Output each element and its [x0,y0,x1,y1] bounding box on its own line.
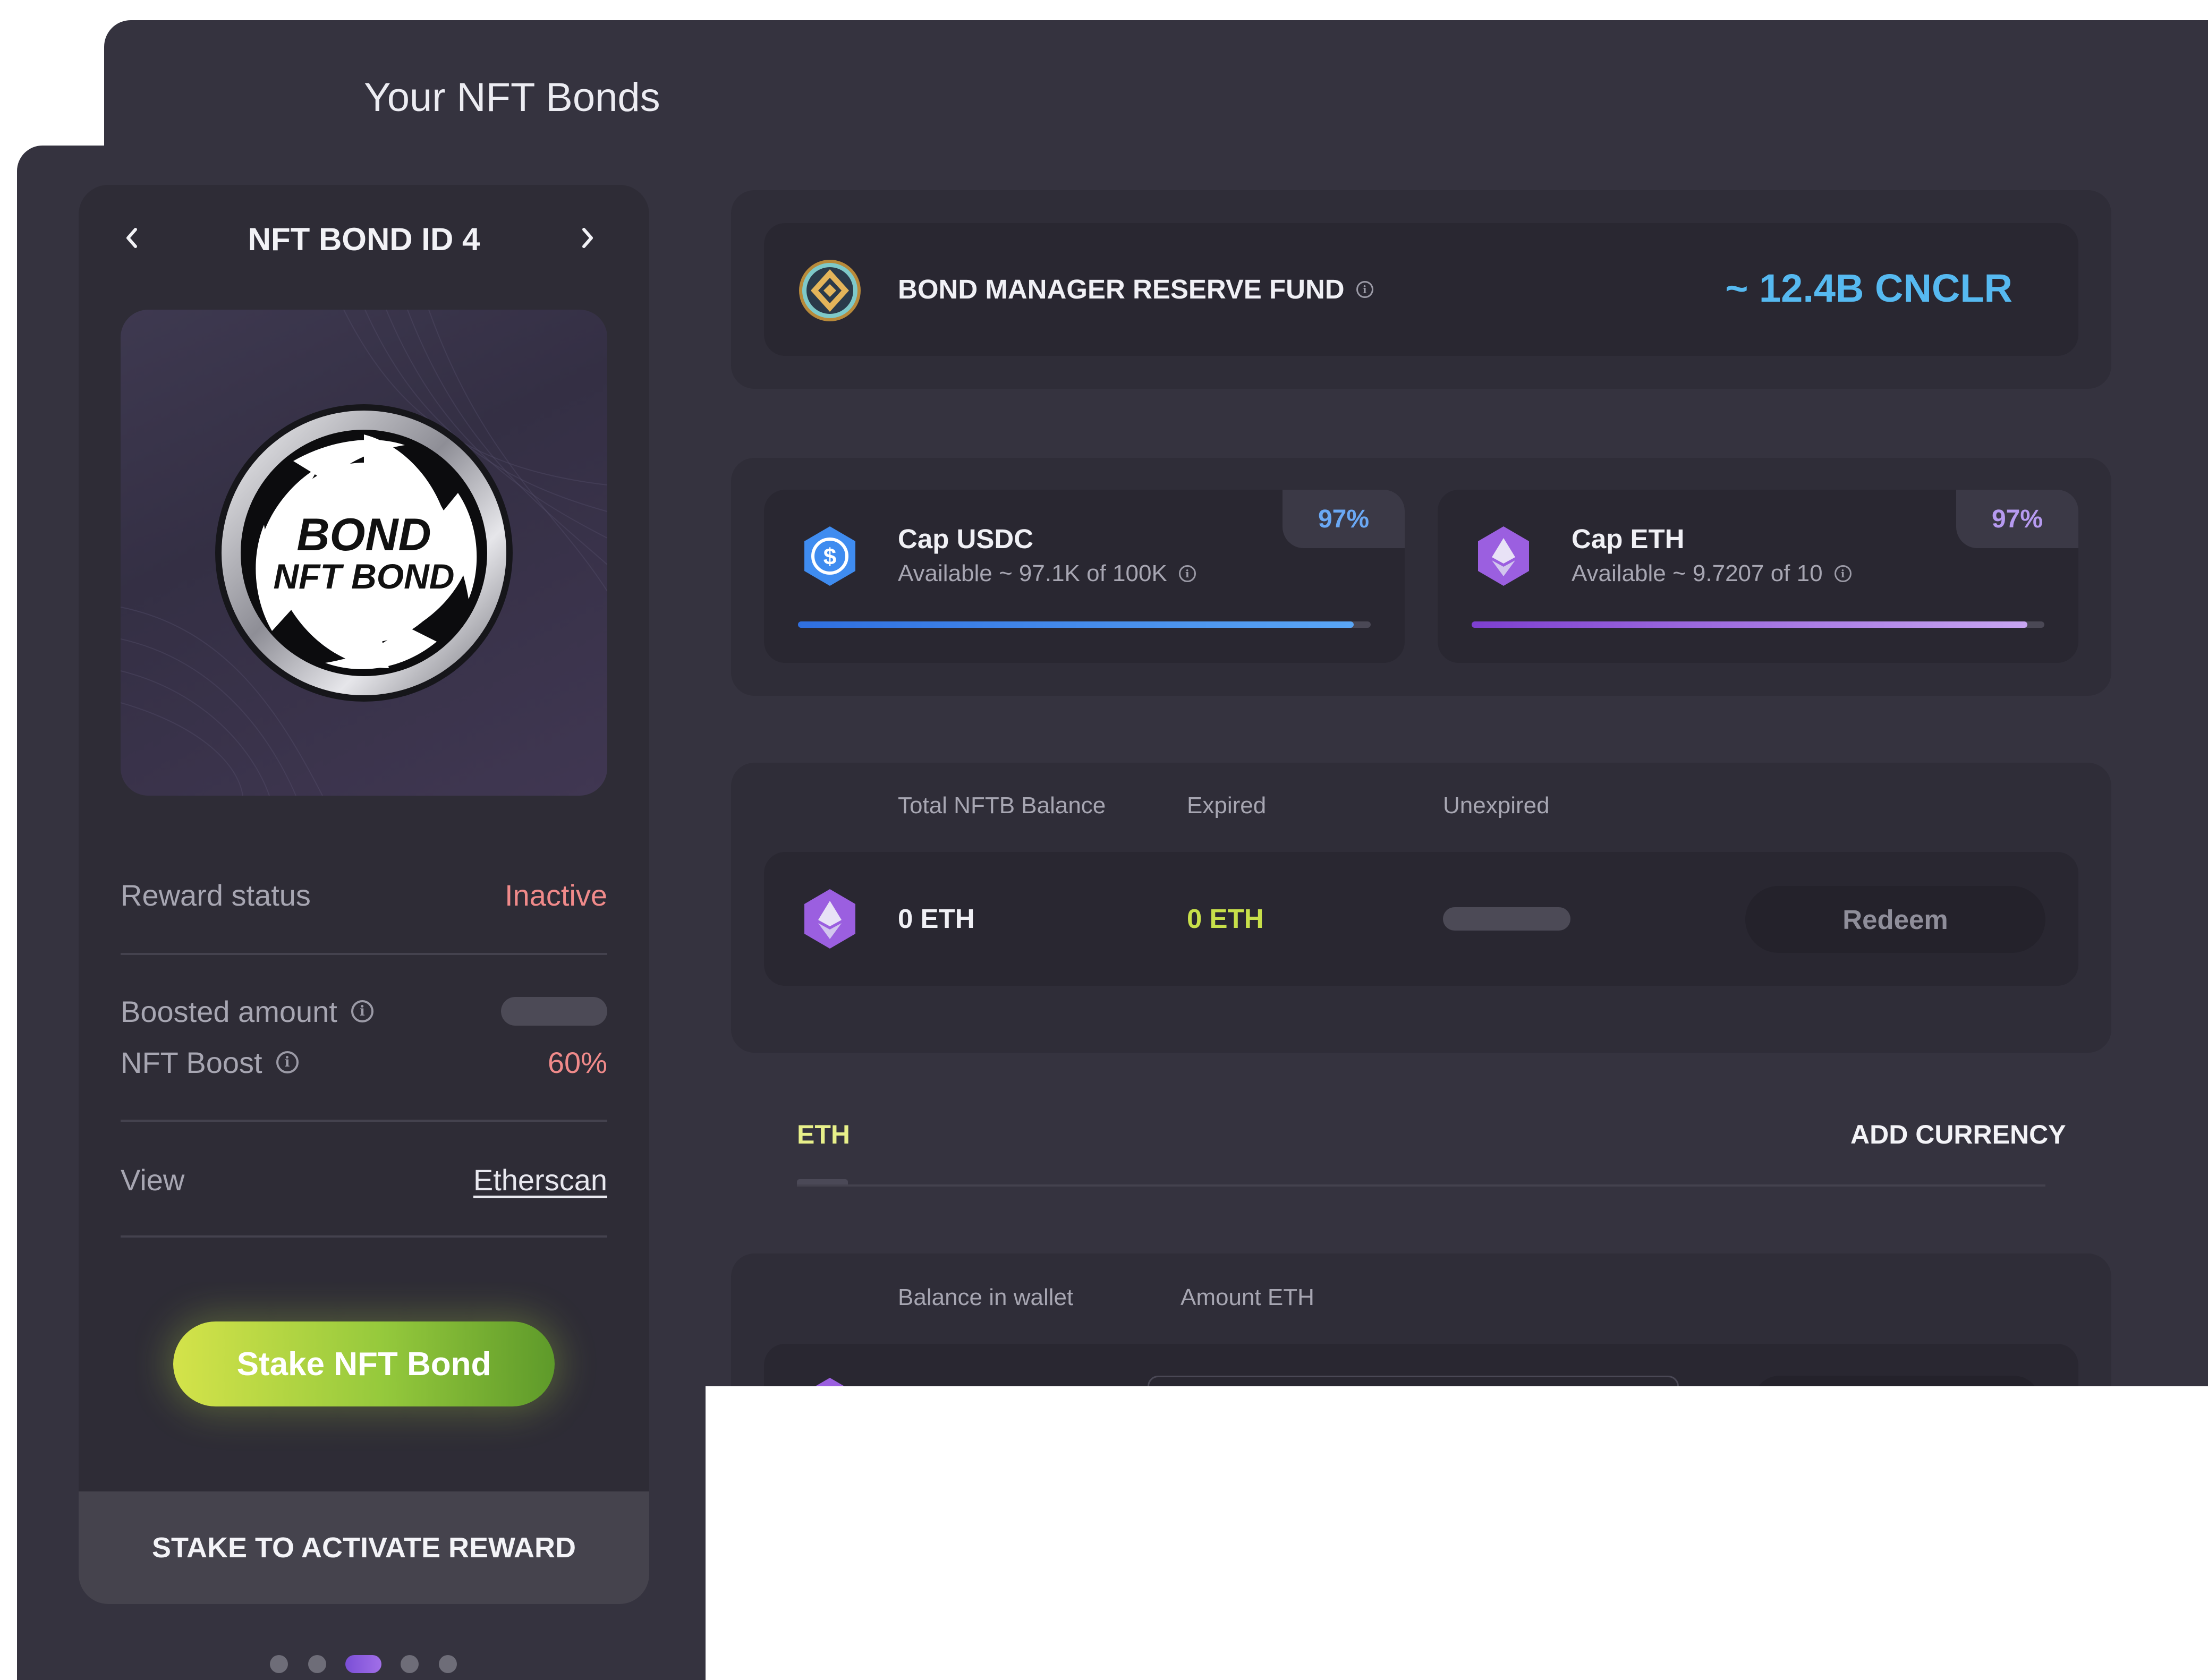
reserve-fund-value: ~ 12.4B CNCLR [1725,266,2012,310]
boosted-amount-loading [501,997,607,1026]
view-label: View [121,1163,185,1197]
cap-usdc-progress-fill [798,621,1354,628]
etherscan-link[interactable]: Etherscan [473,1163,607,1197]
pagination-dot-active[interactable] [345,1655,381,1673]
expired-header: Expired [1187,792,1267,818]
divider [121,1235,607,1238]
nft-bond-image: BOND NFT BOND [121,310,607,796]
cap-eth-progress [1472,621,2044,628]
nft-boost-label: NFT Boost [121,1045,262,1079]
reserve-fund-label-row: BOND MANAGER RESERVE FUND i [898,274,1373,305]
tab-active-indicator [797,1179,848,1184]
boosted-amount-row: Boosted amount i [121,990,607,1033]
card-pagination [0,1655,707,1673]
total-balance-header: Total NFTB Balance [898,792,1106,818]
eth-icon [804,889,855,949]
nft-bond-logo-word: NFT BOND [274,557,455,596]
redeem-button[interactable]: Redeem [1745,886,2045,953]
unexpired-loading [1443,907,1570,931]
cnclr-token-icon [799,260,861,321]
cap-eth-percent: 97% [1956,490,2078,548]
bond-logo-word: BOND [296,509,431,560]
total-balance-value: 0 ETH [898,903,975,934]
expired-value: 0 ETH [1187,903,1264,934]
info-icon[interactable]: i [1178,565,1196,582]
stake-to-activate-banner[interactable]: STAKE TO ACTIVATE REWARD [79,1491,649,1604]
cap-eth-available-row: Available ~ 9.7207 of 10 i [1572,560,1852,587]
stake-nft-bond-button[interactable]: Stake NFT Bond [173,1321,555,1406]
cap-usdc-title: Cap USDC [898,524,1034,554]
blank-area [706,1386,2208,1680]
info-icon[interactable]: i [1356,280,1373,298]
pagination-dot[interactable] [270,1655,288,1673]
cap-usdc-available-row: Available ~ 97.1K of 100K i [898,560,1196,587]
nft-boost-value: 60% [547,1045,607,1079]
pagination-dot[interactable] [308,1655,326,1673]
info-icon[interactable]: i [351,1000,373,1022]
balance-in-wallet-header: Balance in wallet [898,1284,1074,1310]
next-bond-button[interactable] [566,217,609,259]
usdc-icon: $ [804,526,855,586]
view-row: View Etherscan [121,1158,607,1201]
amount-eth-header: Amount ETH [1181,1284,1314,1310]
cap-eth-progress-fill [1472,621,2027,628]
svg-text:$: $ [823,544,836,570]
nft-bond-card: NFT BOND ID 4 BOND NFT BOND Reward statu… [79,185,649,1604]
reward-status-label: Reward status [121,878,311,912]
bond-id-title: NFT BOND ID 4 [248,221,480,257]
chevron-right-icon [582,228,593,248]
boosted-amount-label: Boosted amount [121,994,337,1028]
tab-eth[interactable]: ETH [797,1119,850,1150]
cap-eth-title: Cap ETH [1572,524,1685,554]
divider [121,953,607,955]
cap-usdc-percent: 97% [1283,490,1405,548]
nft-boost-row: NFT Boost i 60% [121,1041,607,1084]
cap-usdc-progress [798,621,1371,628]
page-title: Your NFT Bonds [364,75,660,120]
cap-usdc-available: Available ~ 97.1K of 100K [898,560,1167,586]
info-icon[interactable]: i [276,1051,299,1073]
unexpired-header: Unexpired [1443,792,1550,818]
eth-icon [1478,526,1529,586]
reward-status-row: Reward status Inactive [121,874,607,916]
info-icon[interactable]: i [1834,565,1852,582]
add-currency-button[interactable]: ADD CURRENCY [1850,1119,2066,1150]
tab-divider [797,1184,2045,1187]
stake-to-activate-label: STAKE TO ACTIVATE REWARD [151,1532,576,1564]
divider [121,1120,607,1122]
cap-eth-available: Available ~ 9.7207 of 10 [1572,560,1823,586]
reserve-fund-label: BOND MANAGER RESERVE FUND [898,274,1345,304]
bond-logo-icon: BOND NFT BOND [215,404,513,702]
pagination-dot[interactable] [401,1655,419,1673]
pagination-dot[interactable] [439,1655,457,1673]
reward-status-value: Inactive [505,878,607,912]
